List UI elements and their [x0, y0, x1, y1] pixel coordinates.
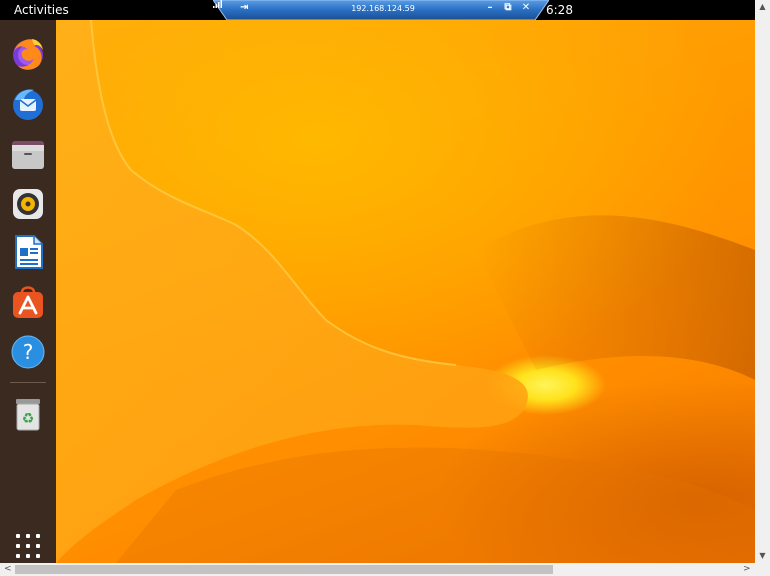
writer-icon: [15, 235, 43, 269]
scroll-up-arrow-icon[interactable]: ▲: [755, 2, 770, 11]
scroll-left-arrow-icon[interactable]: <: [4, 564, 12, 574]
rhythmbox-icon: [13, 189, 43, 219]
signal-icon: [213, 0, 222, 8]
dock-item-ubuntu-software[interactable]: [10, 284, 46, 320]
remote-close-button[interactable]: ✕: [520, 2, 532, 13]
help-icon: ?: [11, 335, 45, 369]
thunderbird-icon: [13, 89, 43, 120]
remote-minimize-button[interactable]: –: [484, 2, 496, 13]
activities-button[interactable]: Activities: [14, 3, 69, 17]
horizontal-scroll-thumb[interactable]: [15, 565, 553, 574]
vertical-scrollbar[interactable]: ▲ ▼: [755, 0, 770, 563]
svg-text:♻: ♻: [22, 411, 35, 427]
firefox-icon: [13, 39, 43, 70]
dock: ? ♻: [0, 20, 56, 563]
dock-item-thunderbird[interactable]: [10, 86, 46, 122]
dock-item-trash[interactable]: ♻: [10, 396, 46, 432]
software-icon: [13, 286, 43, 318]
remote-restore-button[interactable]: ⧉: [502, 2, 514, 13]
apps-grid-icon[interactable]: [16, 534, 40, 558]
desktop-wallpaper: [56, 20, 755, 563]
remote-connection-bar: ⇥ 192.168.124.59 – ⧉ ✕: [213, 0, 549, 20]
clock[interactable]: 6:28: [546, 3, 573, 17]
dock-item-files[interactable]: [10, 136, 46, 172]
dock-item-writer[interactable]: [10, 234, 46, 270]
pin-icon[interactable]: ⇥: [240, 2, 248, 13]
svg-text:?: ?: [23, 340, 34, 364]
scroll-right-arrow-icon[interactable]: >: [743, 564, 751, 574]
remote-host-address: 192.168.124.59: [351, 4, 415, 13]
dock-item-help[interactable]: ?: [10, 334, 46, 370]
trash-icon: ♻: [16, 399, 40, 431]
files-icon: [12, 141, 44, 169]
scroll-down-arrow-icon[interactable]: ▼: [755, 551, 770, 560]
horizontal-scrollbar[interactable]: < >: [0, 563, 755, 576]
wallpaper-petal-shape: [56, 20, 755, 563]
dock-item-firefox[interactable]: [10, 36, 46, 72]
dock-separator: [10, 382, 46, 383]
dock-item-rhythmbox[interactable]: [10, 186, 46, 222]
scrollbar-corner: [755, 563, 770, 576]
